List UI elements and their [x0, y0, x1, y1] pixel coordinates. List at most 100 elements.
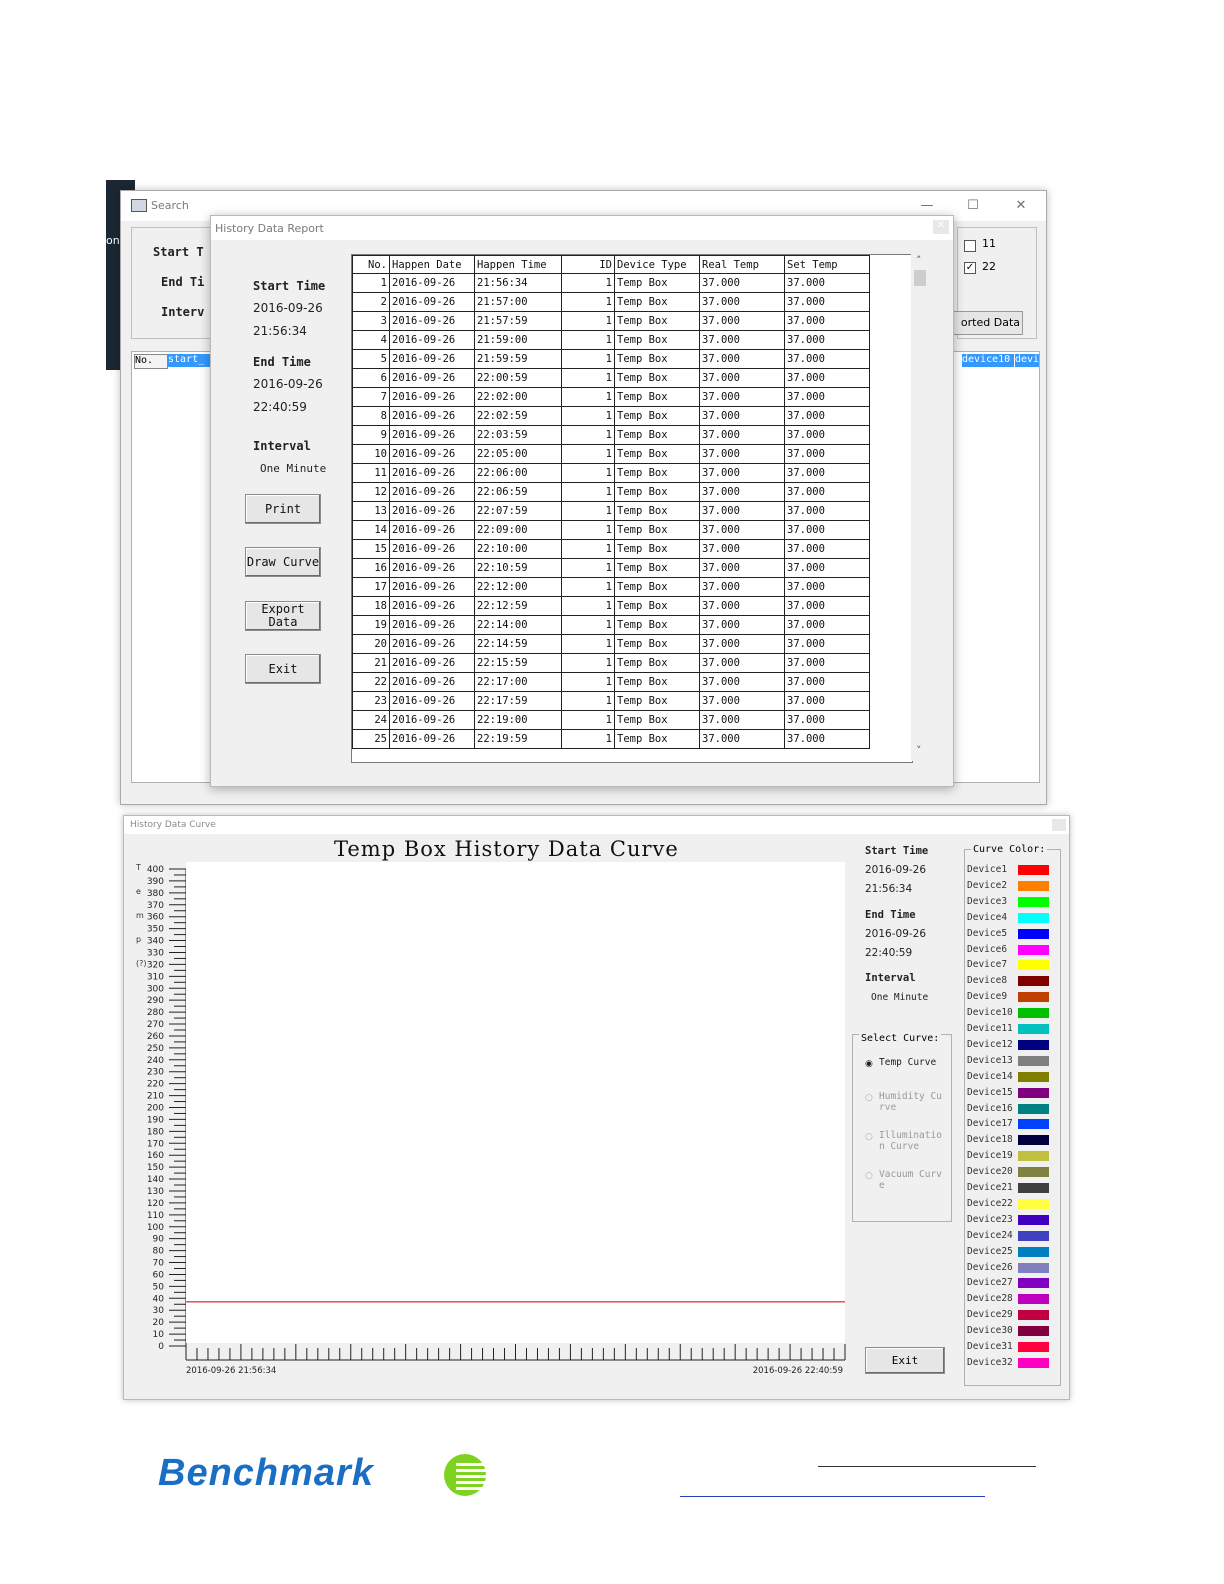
minimize-icon[interactable]: — [907, 195, 947, 217]
device-color-swatch[interactable] [1018, 1167, 1049, 1178]
device-22-checkbox[interactable]: ✓ [964, 262, 976, 274]
table-row[interactable]: 18 2016-09-26 22:12:59 1 Temp Box 37.000 37.00… [352, 596, 870, 616]
report-titlebar[interactable]: History Data Report ✕ [211, 216, 953, 240]
table-cell: 37.000 [784, 349, 870, 369]
device-color-swatch[interactable] [1018, 880, 1049, 891]
table-cell: Temp Box [614, 463, 700, 483]
table-cell: 2016-09-26 [389, 520, 475, 540]
device-color-swatch[interactable] [1018, 1119, 1049, 1130]
table-row[interactable]: 23 2016-09-26 22:17:59 1 Temp Box 37.000 37.00… [352, 691, 870, 711]
y-tick-label: 320 [147, 960, 164, 970]
device-color-swatch[interactable] [1018, 1071, 1049, 1082]
maximize-icon[interactable]: ☐ [953, 195, 993, 217]
table-row[interactable]: 3 2016-09-26 21:57:59 1 Temp Box 37.000 37.000 [352, 311, 870, 331]
device-color-swatch[interactable] [1018, 928, 1049, 939]
curve-titlebar[interactable]: History Data Curve [124, 816, 1069, 834]
table-header-cell[interactable]: Device Type [614, 255, 700, 274]
table-row[interactable]: 12 2016-09-26 22:06:59 1 Temp Box 37.000 37.00… [352, 482, 870, 502]
device-color-swatch[interactable] [1018, 1103, 1049, 1114]
column-header-device11[interactable]: devic [1015, 354, 1039, 367]
close-icon[interactable]: ✕ [933, 220, 949, 234]
device-color-swatch[interactable] [1018, 960, 1049, 971]
table-row[interactable]: 13 2016-09-26 22:07:59 1 Temp Box 37.000 37.00… [352, 501, 870, 521]
table-row[interactable]: 1 2016-09-26 21:56:34 1 Temp Box 37.000 37.000 [352, 273, 870, 293]
device-color-swatch[interactable] [1018, 976, 1049, 987]
device-color-swatch[interactable] [1018, 1198, 1049, 1209]
table-row[interactable]: 5 2016-09-26 21:59:59 1 Temp Box 37.000 37.000 [352, 349, 870, 369]
device-color-swatch[interactable] [1018, 1087, 1049, 1098]
imported-data-button[interactable]: orted Data [951, 311, 1023, 335]
device-color-swatch[interactable] [1018, 1278, 1049, 1289]
table-header-cell[interactable]: Set Temp [784, 255, 870, 274]
table-row[interactable]: 11 2016-09-26 22:06:00 1 Temp Box 37.000 37.00… [352, 463, 870, 483]
close-icon[interactable]: ✕ [1001, 195, 1041, 217]
scroll-thumb[interactable] [914, 270, 926, 286]
y-tick-label: 120 [147, 1199, 164, 1209]
device-color-swatch[interactable] [1018, 1024, 1049, 1034]
table-row[interactable]: 14 2016-09-26 22:09:00 1 Temp Box 37.000 37.00… [352, 520, 870, 540]
table-row[interactable]: 7 2016-09-26 22:02:00 1 Temp Box 37.000 37.000 [352, 387, 870, 407]
column-header-device10[interactable]: device10 [962, 354, 1015, 367]
y-tick-label: 220 [147, 1080, 164, 1090]
vertical-scrollbar[interactable]: ˄ ˅ [911, 254, 929, 761]
footer-link-underline[interactable] [680, 1496, 985, 1497]
device-color-swatch[interactable] [1018, 865, 1049, 875]
device-color-swatch[interactable] [1018, 1262, 1049, 1273]
device-color-swatch[interactable] [1018, 1230, 1049, 1241]
device-color-swatch[interactable] [1018, 1135, 1049, 1146]
device-color-swatch[interactable] [1018, 896, 1049, 907]
table-row[interactable]: 10 2016-09-26 22:05:00 1 Temp Box 37.000 37.00… [352, 444, 870, 464]
start-date-value: 2016-09-26 [253, 301, 323, 315]
print-button[interactable]: Print [245, 494, 321, 524]
table-header-cell[interactable]: Real Temp [699, 255, 785, 274]
table-row[interactable]: 16 2016-09-26 22:10:59 1 Temp Box 37.000 37.00… [352, 558, 870, 578]
device-color-swatch[interactable] [1018, 1310, 1049, 1321]
export-data-button[interactable]: Export Data [245, 601, 321, 631]
table-row[interactable]: 15 2016-09-26 22:10:00 1 Temp Box 37.000 37.00… [352, 539, 870, 559]
exit-button[interactable]: Exit [245, 654, 321, 684]
table-row[interactable]: 24 2016-09-26 22:19:00 1 Temp Box 37.000 37.00… [352, 710, 870, 730]
table-row[interactable]: 17 2016-09-26 22:12:00 1 Temp Box 37.000 37.00… [352, 577, 870, 597]
table-header-cell[interactable]: Happen Date [389, 255, 475, 274]
device-color-swatch[interactable] [1018, 944, 1049, 955]
device-color-swatch[interactable] [1018, 1342, 1049, 1352]
scroll-down-icon[interactable]: ˅ [916, 744, 922, 757]
device-color-swatch[interactable] [1018, 1008, 1049, 1019]
table-row[interactable]: 20 2016-09-26 22:14:59 1 Temp Box 37.000 37.00… [352, 634, 870, 654]
table-row[interactable]: 21 2016-09-26 22:15:59 1 Temp Box 37.000 37.00… [352, 653, 870, 673]
table-cell: Temp Box [614, 634, 700, 654]
device-color-swatch[interactable] [1018, 1326, 1049, 1337]
table-row[interactable]: 25 2016-09-26 22:19:59 1 Temp Box 37.000 37.00… [352, 729, 870, 749]
close-icon[interactable] [1052, 819, 1066, 831]
report-data-table[interactable]: No. Happen Date Happen Time ID Device Type Re… [351, 254, 913, 763]
device-color-swatch[interactable] [1018, 1357, 1049, 1368]
table-row[interactable]: 8 2016-09-26 22:02:59 1 Temp Box 37.000 37.000 [352, 406, 870, 426]
curve-exit-button[interactable]: Exit [865, 1347, 945, 1374]
draw-curve-button[interactable]: Draw Curve [245, 547, 321, 577]
scroll-up-icon[interactable]: ˄ [916, 254, 922, 267]
y-tick-label: 90 [153, 1235, 165, 1245]
device-color-swatch[interactable] [1018, 1151, 1049, 1162]
table-header-cell[interactable]: No. [352, 255, 390, 274]
table-cell: 2016-09-26 [389, 273, 475, 293]
device-color-swatch[interactable] [1018, 1294, 1049, 1305]
table-row[interactable]: 2 2016-09-26 21:57:00 1 Temp Box 37.000 37.000 [352, 292, 870, 312]
device-11-checkbox[interactable] [964, 240, 976, 252]
table-header-cell[interactable]: Happen Time [474, 255, 562, 274]
device-color-swatch[interactable] [1018, 1039, 1049, 1050]
device-color-swatch[interactable] [1018, 1055, 1049, 1066]
table-cell: 2016-09-26 [389, 577, 475, 597]
device-name-label: Device20 [967, 1166, 1013, 1178]
device-color-swatch[interactable] [1018, 1183, 1049, 1193]
column-header-no[interactable]: No. [134, 354, 168, 369]
table-row[interactable]: 6 2016-09-26 22:00:59 1 Temp Box 37.000 37.000 [352, 368, 870, 388]
table-row[interactable]: 19 2016-09-26 22:14:00 1 Temp Box 37.000 37.00… [352, 615, 870, 635]
table-row[interactable]: 22 2016-09-26 22:17:00 1 Temp Box 37.000 37.00… [352, 672, 870, 692]
device-color-swatch[interactable] [1018, 1214, 1049, 1225]
table-row[interactable]: 9 2016-09-26 22:03:59 1 Temp Box 37.000 37.000 [352, 425, 870, 445]
device-color-swatch[interactable] [1018, 1246, 1049, 1257]
device-color-swatch[interactable] [1018, 992, 1049, 1003]
table-row[interactable]: 4 2016-09-26 21:59:00 1 Temp Box 37.000 37.000 [352, 330, 870, 350]
device-color-swatch[interactable] [1018, 912, 1049, 923]
table-header-cell[interactable]: ID [561, 255, 615, 274]
